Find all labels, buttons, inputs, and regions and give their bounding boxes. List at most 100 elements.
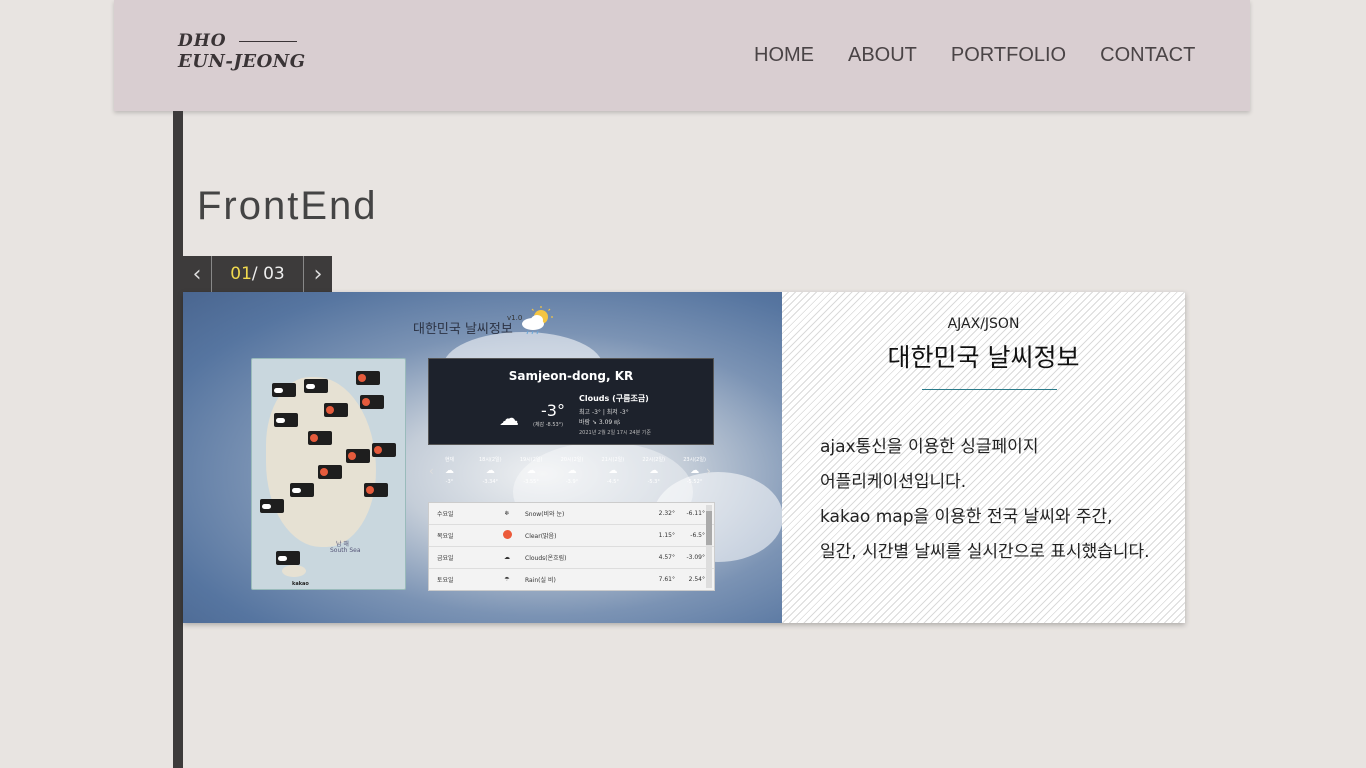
app-title: 대한민국 날씨정보 bbox=[413, 322, 513, 337]
week-cond: Rain(실 비) bbox=[525, 577, 556, 584]
hour-label: 20시(2일) bbox=[560, 457, 584, 463]
project-screenshot[interactable]: 대한민국 날씨정보 v1.0 남 해 South Sea kakao Samje… bbox=[183, 292, 782, 623]
description-line: ajax통신을 이용한 싱글페이지 bbox=[820, 437, 1039, 457]
hour-label: 18시(2일) bbox=[478, 457, 502, 463]
map-marker[interactable] bbox=[356, 371, 380, 385]
chevron-right-icon: › bbox=[313, 261, 323, 287]
hour-item: 18시(2일) ☁ -3.34° bbox=[470, 456, 511, 494]
hour-temp: -5.3° bbox=[647, 479, 660, 485]
map-marker[interactable] bbox=[364, 483, 388, 497]
map-marker[interactable] bbox=[372, 443, 396, 457]
cloud-icon bbox=[274, 387, 283, 393]
cloud-icon: ☁ bbox=[526, 466, 536, 476]
week-row: 목요일 Clear(맑음) 1.15° -6.5° bbox=[429, 525, 714, 547]
current-hilo: 최고 -3° | 최저 -3° bbox=[579, 409, 629, 416]
current-wind: 바람 ➘ 3.09 ㎧ bbox=[579, 419, 621, 426]
week-hi: 2.32° bbox=[658, 510, 675, 517]
map-marker[interactable] bbox=[318, 465, 342, 479]
snow-icon: ❄ bbox=[504, 510, 510, 517]
week-row: 수요일 ❄ Snow(비와 눈) 2.32° -6.11° bbox=[429, 503, 714, 525]
map-marker[interactable] bbox=[290, 483, 314, 497]
map-marker[interactable] bbox=[274, 413, 298, 427]
map-marker[interactable] bbox=[360, 395, 384, 409]
sun-icon bbox=[320, 468, 328, 476]
cloud-icon bbox=[262, 503, 271, 509]
week-day: 수요일 bbox=[437, 511, 454, 518]
rain-icon: ☂ bbox=[504, 576, 510, 583]
project-title: 대한민국 날씨정보 bbox=[887, 343, 1080, 372]
sun-icon bbox=[374, 446, 382, 454]
week-cond: Clear(맑음) bbox=[525, 533, 557, 540]
hour-item: 23시(2일) ☁ -5.52° bbox=[674, 456, 715, 494]
current-slide: 01 bbox=[230, 264, 252, 284]
nav-contact[interactable]: CONTACT bbox=[1100, 44, 1195, 67]
section-title: FrontEnd bbox=[197, 184, 378, 228]
week-hi: 1.15° bbox=[658, 532, 675, 539]
cloud-icon: ☁ bbox=[499, 406, 519, 430]
weekly-forecast[interactable]: 수요일 ❄ Snow(비와 눈) 2.32° -6.11° 목요일 Clear(맑음) 1.… bbox=[428, 502, 715, 591]
sun-icon bbox=[358, 374, 366, 382]
hour-temp: -3.55° bbox=[523, 479, 539, 485]
map-marker[interactable] bbox=[346, 449, 370, 463]
sun-icon bbox=[362, 398, 370, 406]
hour-label: 22시(2일) bbox=[642, 457, 666, 463]
total-slides: 03 bbox=[263, 264, 285, 284]
week-day: 토요일 bbox=[437, 577, 454, 584]
sun-icon bbox=[348, 452, 356, 460]
week-lo: 2.54° bbox=[688, 576, 705, 583]
hour-label: 현재 bbox=[444, 457, 455, 463]
next-button[interactable]: › bbox=[304, 256, 332, 292]
current-condition: Clouds (구름조금) bbox=[579, 394, 649, 403]
hourly-forecast: 현재 ☁ -3° 18시(2일) ☁ -3.34° 19시(2일) ☁ -3.55° 20시… bbox=[429, 456, 715, 494]
map-marker[interactable] bbox=[324, 403, 348, 417]
cloud-icon: ☁ bbox=[504, 554, 510, 561]
cloud-icon bbox=[276, 417, 285, 423]
sun-icon bbox=[326, 406, 334, 414]
hour-item: 21시(2일) ☁ -4.5° bbox=[592, 456, 633, 494]
nav-about[interactable]: ABOUT bbox=[848, 44, 917, 67]
cloud-icon: ☁ bbox=[485, 466, 495, 476]
map-marker[interactable] bbox=[308, 431, 332, 445]
prev-button[interactable]: ‹ bbox=[183, 256, 211, 292]
nav-home[interactable]: HOME bbox=[754, 44, 814, 67]
hour-temp: -3.34° bbox=[482, 479, 498, 485]
week-row: 토요일 ☂ Rain(실 비) 7.61° 2.54° bbox=[429, 569, 714, 590]
main-nav: HOME ABOUT PORTFOLIO CONTACT bbox=[754, 44, 1195, 67]
project-text: ajax통신을 이용한 싱글페이지 어플리케이션입니다. kakao map을 … bbox=[820, 430, 1150, 570]
cloud-icon bbox=[278, 555, 287, 561]
week-hi: 7.61° bbox=[658, 576, 675, 583]
counter-separator: / bbox=[251, 264, 258, 284]
hour-temp: -3.9° bbox=[565, 479, 579, 485]
slide-pager: ‹ 01/ 03 › bbox=[183, 256, 332, 292]
sun-icon bbox=[310, 434, 318, 442]
logo-rule bbox=[238, 41, 297, 43]
week-cond: Snow(비와 눈) bbox=[525, 511, 565, 518]
scrollbar-thumb[interactable] bbox=[706, 511, 712, 545]
project-card: 대한민국 날씨정보 v1.0 남 해 South Sea kakao Samje… bbox=[183, 292, 1185, 623]
hour-temp: -3° bbox=[445, 479, 454, 485]
cloud-icon bbox=[306, 383, 315, 389]
map-marker[interactable] bbox=[272, 383, 296, 397]
project-category: AJAX/JSON bbox=[947, 316, 1020, 332]
map-island bbox=[282, 565, 306, 577]
feels-like: (체감 -8.53°) bbox=[533, 422, 564, 428]
week-lo: -3.09° bbox=[686, 554, 705, 561]
weather-map[interactable]: 남 해 South Sea kakao bbox=[251, 358, 406, 590]
weekly-scrollbar[interactable] bbox=[706, 505, 712, 588]
nav-portfolio[interactable]: PORTFOLIO bbox=[951, 44, 1066, 67]
map-marker[interactable] bbox=[260, 499, 284, 513]
current-temp: -3° bbox=[541, 401, 565, 420]
hour-item: 22시(2일) ☁ -5.3° bbox=[633, 456, 674, 494]
description-line: 어플리케이션입니다. bbox=[820, 472, 967, 492]
description-line: 일간, 시간별 날씨를 실시간으로 표시했습니다. bbox=[820, 542, 1150, 562]
week-day: 목요일 bbox=[437, 533, 454, 540]
hour-temp: -4.5° bbox=[606, 479, 619, 485]
map-marker[interactable] bbox=[276, 551, 300, 565]
chevron-left-icon: ‹ bbox=[192, 261, 202, 287]
map-marker[interactable] bbox=[304, 379, 328, 393]
logo[interactable]: DHO EUN-JEONG bbox=[178, 31, 306, 72]
week-lo: -6.5° bbox=[690, 532, 705, 539]
hour-label: 19시(2일) bbox=[519, 457, 543, 463]
hour-item: 현재 ☁ -3° bbox=[429, 456, 470, 494]
hour-item: 19시(2일) ☁ -3.55° bbox=[511, 456, 552, 494]
